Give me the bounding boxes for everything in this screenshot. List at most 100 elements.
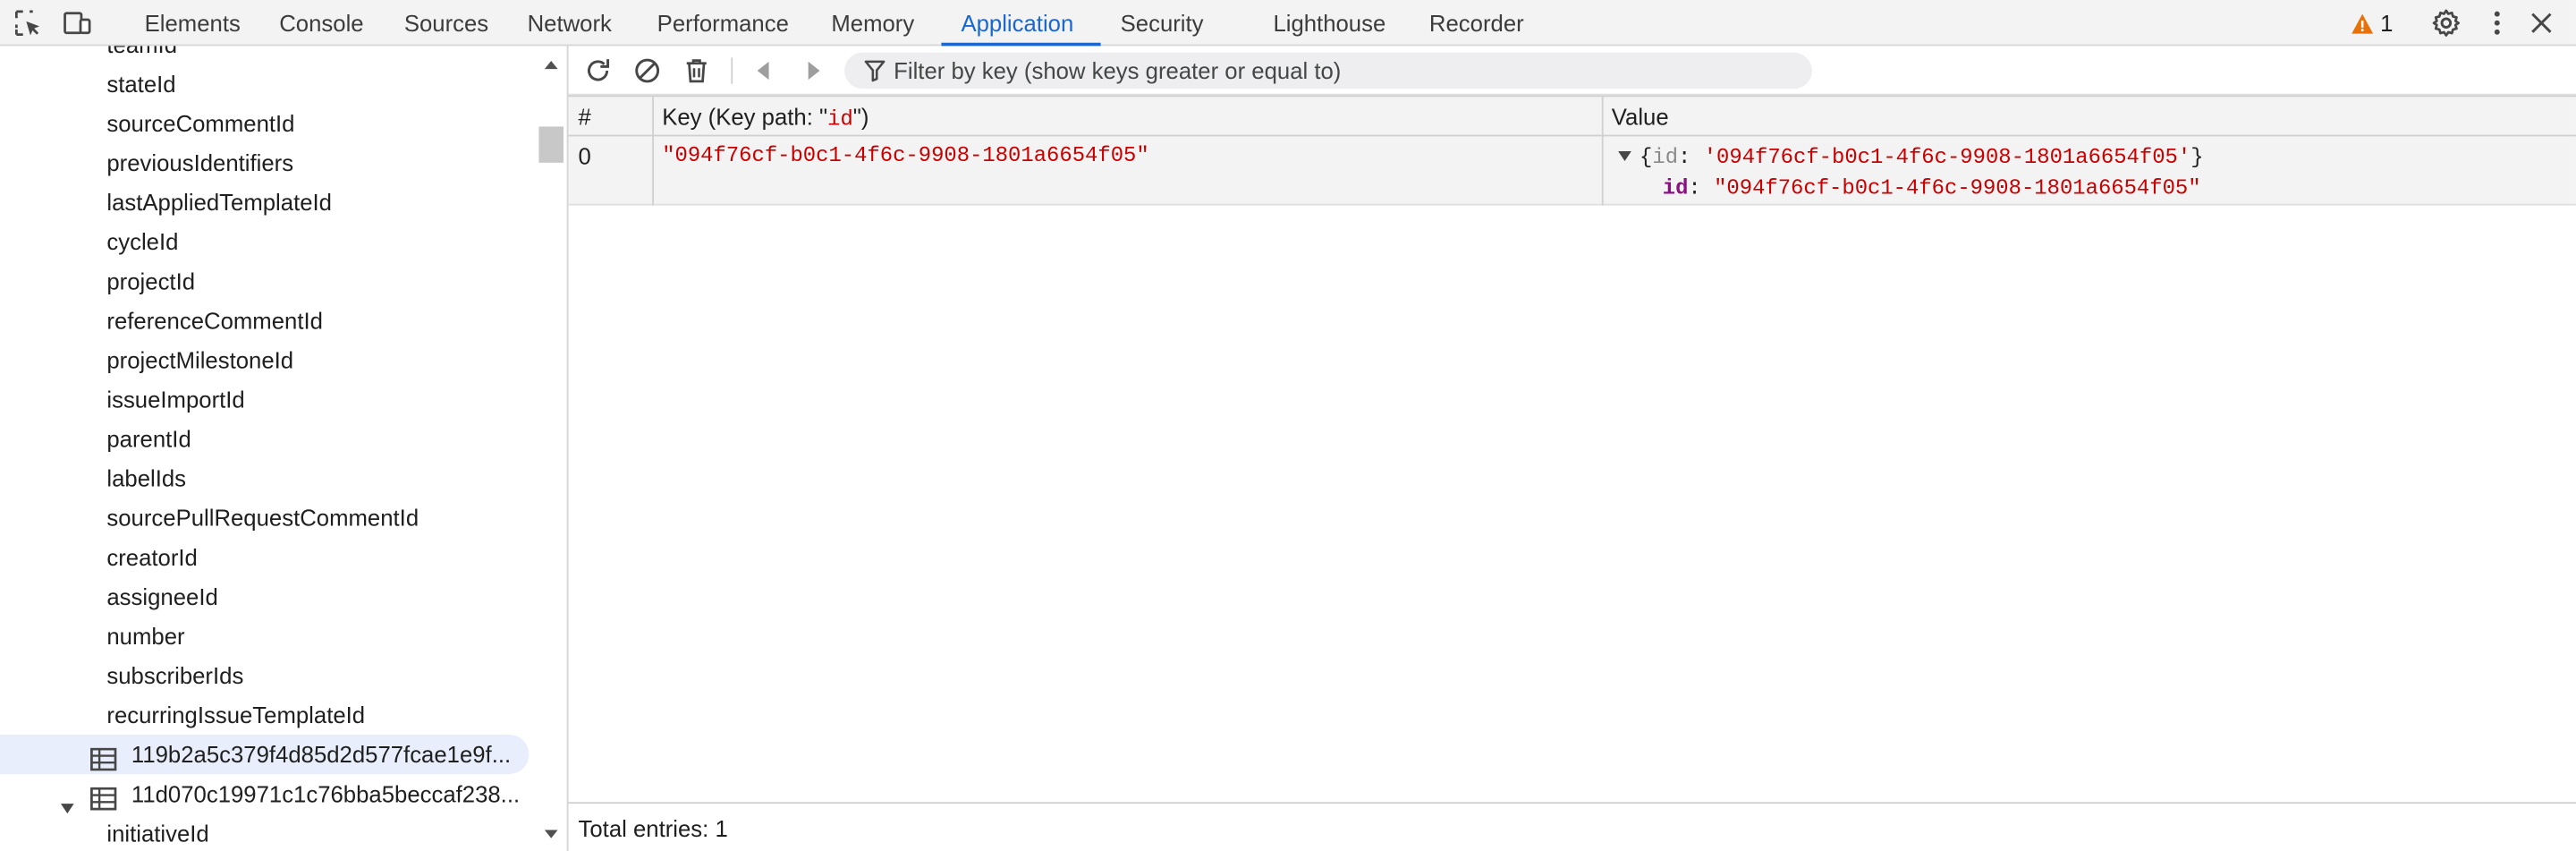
sidebar-object-store[interactable]: 119b2a5c379f4d85d2d577fcae1e9f...	[0, 735, 530, 775]
grid-header-row: # Key (Key path: "id") Value	[568, 97, 2576, 137]
sidebar-index-item[interactable]: issueImportId	[0, 379, 529, 419]
sidebar-index-item[interactable]: cycleId	[0, 222, 529, 261]
scroll-up-arrow-icon[interactable]	[544, 57, 559, 72]
toolbar-separator	[731, 57, 733, 84]
table-row[interactable]: 0 "094f76cf-b0c1-4f6c-9908-1801a6654f05"…	[568, 136, 2576, 206]
inspect-element-icon[interactable]	[13, 8, 43, 38]
column-divider[interactable]	[1601, 97, 1604, 206]
sidebar-scrollbar[interactable]	[537, 46, 564, 851]
sidebar-index-item[interactable]: lastAppliedTemplateId	[0, 183, 529, 222]
sidebar-object-store[interactable]: 11d070c19971c1c76bba5beccaf238...	[0, 774, 529, 814]
sidebar-item-label: sourceCommentId	[106, 110, 295, 137]
key-filter-input[interactable]	[894, 52, 1798, 89]
tab-recorder[interactable]: Recorder	[1429, 0, 1524, 46]
sidebar-item-label: labelIds	[106, 464, 187, 492]
header-key-label: Key (Key path: "	[662, 103, 828, 131]
row-key: "094f76cf-b0c1-4f6c-9908-1801a6654f05"	[662, 142, 1149, 168]
application-sidebar-tree: teamId stateId sourceCommentId previousIden…	[0, 46, 536, 851]
warnings-counter[interactable]: 1	[2351, 10, 2393, 36]
row-value-preview[interactable]: {id: '094f76cf-b0c1-4f6c-9908-1801a6654f…	[1618, 144, 2204, 170]
tab-application[interactable]: Application	[961, 0, 1073, 46]
sidebar-index-item[interactable]: labelIds	[0, 458, 529, 498]
devtools-window: Elements Console Sources Network Performance…	[0, 0, 2576, 851]
next-page-icon[interactable]	[799, 55, 828, 85]
sidebar-item-label: issueImportId	[106, 386, 245, 413]
tab-console[interactable]: Console	[279, 0, 363, 46]
close-devtools-icon[interactable]	[2527, 8, 2556, 38]
sidebar-item-label: cycleId	[106, 228, 179, 255]
sidebar-index-item[interactable]: sourcePullRequestCommentId	[0, 498, 529, 538]
tab-lighthouse[interactable]: Lighthouse	[1273, 0, 1385, 46]
sidebar-index-item[interactable]: projectId	[0, 261, 529, 301]
sidebar-item-label: lastAppliedTemplateId	[106, 189, 332, 216]
sidebar-item-label: sourcePullRequestCommentId	[106, 504, 419, 532]
sidebar-scrollbar-thumb[interactable]	[538, 126, 564, 163]
devtools-tab-bar: Elements Console Sources Network Performance…	[0, 0, 2576, 47]
brace-open: {	[1640, 144, 1653, 170]
row-value-child: id: "094f76cf-b0c1-4f6c-9908-1801a6654f0…	[1663, 176, 2201, 201]
sidebar-item-label: 119b2a5c379f4d85d2d577fcae1e9f...	[131, 741, 512, 768]
header-key-path: id	[827, 106, 853, 132]
device-toolbar-icon[interactable]	[63, 8, 92, 38]
sidebar-item-label: referenceCommentId	[106, 307, 323, 334]
sidebar-index-item[interactable]: assigneeId	[0, 577, 529, 617]
tab-network[interactable]: Network	[528, 0, 612, 46]
status-bar: Total entries: 1	[568, 802, 2576, 851]
child-prop: id	[1662, 175, 1689, 201]
header-number: #	[578, 103, 591, 131]
sidebar-item-label: projectId	[106, 268, 196, 294]
sidebar-item-label: teamId	[106, 46, 177, 64]
brace-close: }	[2190, 144, 2204, 170]
object-store-data-grid: # Key (Key path: "id") Value 0 "094f76cf…	[568, 95, 2576, 803]
preview-sep: :	[1678, 144, 1704, 170]
sidebar-item-label: recurringIssueTemplateId	[106, 702, 366, 728]
sidebar-index-item[interactable]: previousIdentifiers	[0, 143, 529, 183]
header-key-suffix: ")	[852, 103, 869, 131]
clear-object-store-icon[interactable]	[632, 55, 662, 85]
sidebar-item-label: previousIdentifiers	[106, 149, 294, 176]
row-number: 0	[578, 142, 591, 170]
sidebar-item-label: 11d070c19971c1c76bba5beccaf238...	[131, 780, 521, 807]
sidebar-index-item[interactable]: projectMilestoneId	[0, 340, 529, 379]
preview-value: '094f76cf-b0c1-4f6c-9908-1801a6654f05'	[1703, 144, 2191, 170]
sidebar-item-label: initiativeId	[106, 820, 209, 847]
sidebar-index-item[interactable]: teamId	[0, 46, 529, 64]
tab-memory[interactable]: Memory	[831, 0, 914, 46]
child-sep: :	[1688, 175, 1715, 201]
column-divider[interactable]	[652, 97, 655, 206]
refresh-icon[interactable]	[583, 55, 613, 85]
sidebar-index-item[interactable]: sourceCommentId	[0, 104, 529, 143]
sidebar-index-item[interactable]: creatorId	[0, 538, 529, 577]
settings-gear-icon[interactable]	[2431, 8, 2461, 38]
tab-performance[interactable]: Performance	[657, 0, 789, 46]
sidebar-item-label: projectMilestoneId	[106, 346, 294, 373]
sidebar-index-item[interactable]: recurringIssueTemplateId	[0, 695, 529, 735]
sidebar-item-label: parentId	[106, 425, 191, 453]
sidebar-index-item[interactable]: parentId	[0, 419, 529, 458]
filter-icon	[864, 60, 886, 82]
previous-page-icon[interactable]	[750, 55, 779, 85]
sidebar-index-item[interactable]: subscriberIds	[0, 656, 529, 695]
warnings-count: 1	[2380, 10, 2394, 37]
delete-selected-icon[interactable]	[682, 55, 711, 85]
tab-sources[interactable]: Sources	[404, 0, 488, 46]
scroll-down-arrow-icon[interactable]	[544, 827, 559, 842]
key-filter-box[interactable]	[844, 52, 1812, 89]
tab-security[interactable]: Security	[1121, 0, 1204, 46]
warning-icon	[2351, 13, 2374, 34]
total-entries: Total entries: 1	[578, 815, 728, 842]
header-key[interactable]: Key (Key path: "id")	[662, 97, 869, 136]
sidebar-item-label: creatorId	[106, 543, 198, 571]
sidebar-item-label: assigneeId	[106, 583, 218, 610]
sidebar-index-item[interactable]: referenceCommentId	[0, 301, 529, 340]
expand-triangle-icon[interactable]	[1618, 150, 1631, 161]
more-options-icon[interactable]	[2482, 8, 2512, 38]
sidebar-index-item[interactable]: number	[0, 617, 529, 656]
header-value[interactable]: Value	[1612, 97, 1669, 136]
sidebar-item-label: number	[106, 623, 185, 650]
tab-elements[interactable]: Elements	[145, 0, 241, 46]
sidebar-item-label: subscriberIds	[106, 662, 244, 689]
sidebar-index-item[interactable]: stateId	[0, 64, 529, 104]
child-value: "094f76cf-b0c1-4f6c-9908-1801a6654f05"	[1714, 175, 2201, 201]
sidebar-index-item[interactable]: initiativeId	[0, 813, 529, 851]
